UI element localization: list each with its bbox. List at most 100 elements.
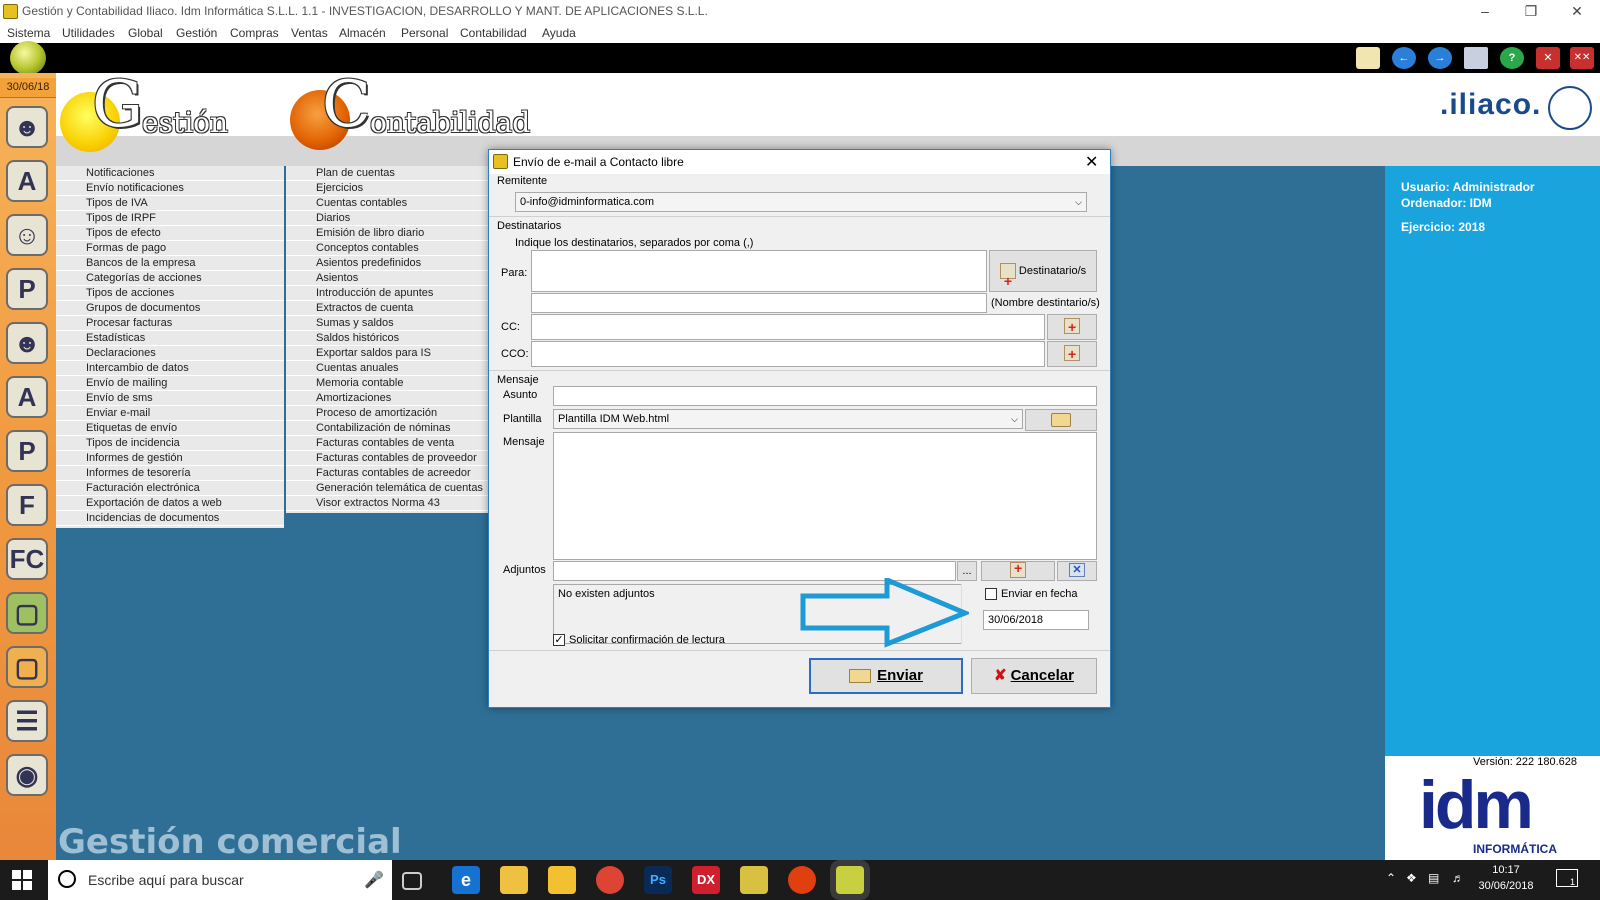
taskbar-search[interactable]: Escribe aquí para buscar 🎤	[48, 860, 392, 900]
task-view-icon[interactable]	[402, 872, 422, 890]
send-button[interactable]: Enviar	[809, 658, 963, 694]
gestion-menu-item[interactable]: Declaraciones	[56, 346, 284, 361]
menu-global[interactable]: Global	[128, 26, 163, 40]
mensaje-textarea[interactable]	[553, 432, 1097, 560]
gestion-menu-item[interactable]: Categorías de acciones	[56, 271, 284, 286]
remove-attachment-button[interactable]: ✕	[1057, 561, 1097, 581]
contabilidad-menu-item[interactable]: Plan de cuentas	[286, 166, 488, 181]
contabilidad-menu-item[interactable]: Cuentas contables	[286, 196, 488, 211]
gestion-menu-item[interactable]: Envío de mailing	[56, 376, 284, 391]
gestion-menu-item[interactable]: Etiquetas de envío	[56, 421, 284, 436]
contabilidad-menu-item[interactable]: Amortizaciones	[286, 391, 488, 406]
gestion-menu-item[interactable]: Tipos de IVA	[56, 196, 284, 211]
notebook-icon[interactable]: ☰	[6, 700, 48, 742]
contabilidad-menu-item[interactable]: Memoria contable	[286, 376, 488, 391]
cancel-button[interactable]: ✘ Cancelar	[971, 658, 1097, 694]
invoice-icon[interactable]: F	[6, 484, 48, 526]
edge-browser-icon[interactable]: e	[452, 866, 480, 894]
menu-ayuda[interactable]: Ayuda	[542, 26, 576, 40]
green-bag-icon[interactable]: ▢	[6, 592, 48, 634]
gestion-menu-item[interactable]: Enviar e-mail	[56, 406, 284, 421]
contacts-icon[interactable]: ☻	[6, 106, 48, 148]
para-input[interactable]	[531, 250, 987, 292]
gestion-menu-item[interactable]: Tipos de acciones	[56, 286, 284, 301]
microphone-icon[interactable]: 🎤	[364, 870, 384, 890]
clock-time[interactable]: 10:17	[1474, 864, 1538, 876]
add-attachment-button[interactable]	[981, 560, 1055, 581]
dialog-close-icon[interactable]: ✕	[1085, 152, 1098, 172]
close-all-icon[interactable]: ✕✕	[1570, 47, 1594, 69]
gestion-menu-item[interactable]: Exportación de datos a web	[56, 496, 284, 511]
gestion-menu-item[interactable]: Facturación electrónica	[56, 481, 284, 496]
tools-disc-icon[interactable]: ◉	[6, 754, 48, 796]
windows-start-icon[interactable]	[12, 870, 32, 890]
gestion-menu-item[interactable]: Incidencias de documentos	[56, 511, 284, 526]
minimize-button[interactable]: –	[1462, 0, 1508, 23]
help-icon[interactable]: ?	[1500, 47, 1524, 69]
contabilidad-menu-item[interactable]: Contabilización de nóminas	[286, 421, 488, 436]
gestion-menu-item[interactable]: Procesar facturas	[56, 316, 284, 331]
contabilidad-menu-item[interactable]: Facturas contables de proveedor	[286, 451, 488, 466]
contabilidad-menu-item[interactable]: Saldos históricos	[286, 331, 488, 346]
notification-center-icon[interactable]: 1	[1556, 869, 1578, 887]
close-window-button[interactable]: ✕	[1554, 0, 1600, 23]
contabilidad-menu-item[interactable]: Exportar saldos para IS	[286, 346, 488, 361]
agenda-icon[interactable]: A	[6, 160, 48, 202]
contabilidad-menu-item[interactable]: Ejercicios	[286, 181, 488, 196]
contabilidad-menu-item[interactable]: Extractos de cuenta	[286, 301, 488, 316]
user-icon[interactable]: ☺	[6, 214, 48, 256]
gestion-menu-item[interactable]: Tipos de incidencia	[56, 436, 284, 451]
contabilidad-menu-item[interactable]: Generación telemática de cuentas	[286, 481, 488, 496]
tray-chevron-up-icon[interactable]: ⌃	[1386, 871, 1396, 885]
contabilidad-menu-item[interactable]: Asientos	[286, 271, 488, 286]
contabilidad-menu-item[interactable]: Proceso de amortización	[286, 406, 488, 421]
volume-icon[interactable]: ♬	[1452, 871, 1464, 885]
gestion-menu-item[interactable]: Envío de sms	[56, 391, 284, 406]
menu-sistema[interactable]: Sistema	[7, 26, 50, 40]
gestion-menu-item[interactable]: Envío notificaciones	[56, 181, 284, 196]
provider-icon[interactable]: P	[6, 268, 48, 310]
gestion-menu-item[interactable]: Bancos de la empresa	[56, 256, 284, 271]
back-arrow-icon[interactable]: ←	[1392, 47, 1416, 69]
network-icon[interactable]: ▤	[1428, 871, 1439, 885]
destinatarios-button[interactable]: Destinatario/s	[989, 250, 1097, 301]
chrome-icon[interactable]	[596, 866, 624, 894]
remitente-select[interactable]: 0-info@idminformatica.com ⌵	[515, 192, 1087, 212]
cc-input[interactable]	[531, 314, 1045, 340]
gestion-menu-item[interactable]: Grupos de documentos	[56, 301, 284, 316]
mail-app-icon[interactable]	[500, 866, 528, 894]
iliaco-app-icon[interactable]	[740, 866, 768, 894]
mail-icon[interactable]	[1356, 47, 1380, 69]
photoshop-icon[interactable]: Ps	[644, 866, 672, 894]
gestion-menu-item[interactable]: Intercambio de datos	[56, 361, 284, 376]
close-form-icon[interactable]: ✕	[1536, 47, 1560, 69]
purchase-doc-icon[interactable]: P	[6, 430, 48, 472]
gestion-menu-item[interactable]: Tipos de efecto	[56, 226, 284, 241]
fecha-input[interactable]: 30/06/2018	[983, 610, 1089, 630]
contabilidad-menu-item[interactable]: Sumas y saldos	[286, 316, 488, 331]
home-orb-icon[interactable]	[10, 41, 46, 75]
clock-date[interactable]: 30/06/2018	[1474, 880, 1538, 892]
contabilidad-menu-item[interactable]: Emisión de libro diario	[286, 226, 488, 241]
invoice-copy-icon[interactable]: FC	[6, 538, 48, 580]
menu-utilidades[interactable]: Utilidades	[62, 26, 115, 40]
restore-button[interactable]: ❐	[1508, 0, 1554, 23]
cc-add-button[interactable]	[1047, 314, 1097, 340]
contabilidad-menu-item[interactable]: Conceptos contables	[286, 241, 488, 256]
asunto-input[interactable]	[553, 386, 1097, 406]
dx-app-icon[interactable]: DX	[692, 866, 720, 894]
menu-gestion[interactable]: Gestión	[176, 26, 217, 40]
gestion-menu-item[interactable]: Informes de tesorería	[56, 466, 284, 481]
forward-arrow-icon[interactable]: →	[1428, 47, 1452, 69]
gestion-menu-item[interactable]: Informes de gestión	[56, 451, 284, 466]
enviar-en-fecha-checkbox[interactable]	[985, 588, 997, 600]
contabilidad-menu-item[interactable]: Visor extractos Norma 43	[286, 496, 488, 511]
gestion-menu-item[interactable]: Tipos de IRPF	[56, 211, 284, 226]
contabilidad-menu-item[interactable]: Facturas contables de acreedor	[286, 466, 488, 481]
contabilidad-menu-item[interactable]: Asientos predefinidos	[286, 256, 488, 271]
gestion-menu-item[interactable]: Notificaciones	[56, 166, 284, 181]
edit-template-button[interactable]	[1025, 409, 1097, 431]
dropbox-icon[interactable]: ❖	[1406, 871, 1417, 885]
file-explorer-icon[interactable]	[548, 866, 576, 894]
gestion-app-icon[interactable]	[836, 866, 864, 894]
